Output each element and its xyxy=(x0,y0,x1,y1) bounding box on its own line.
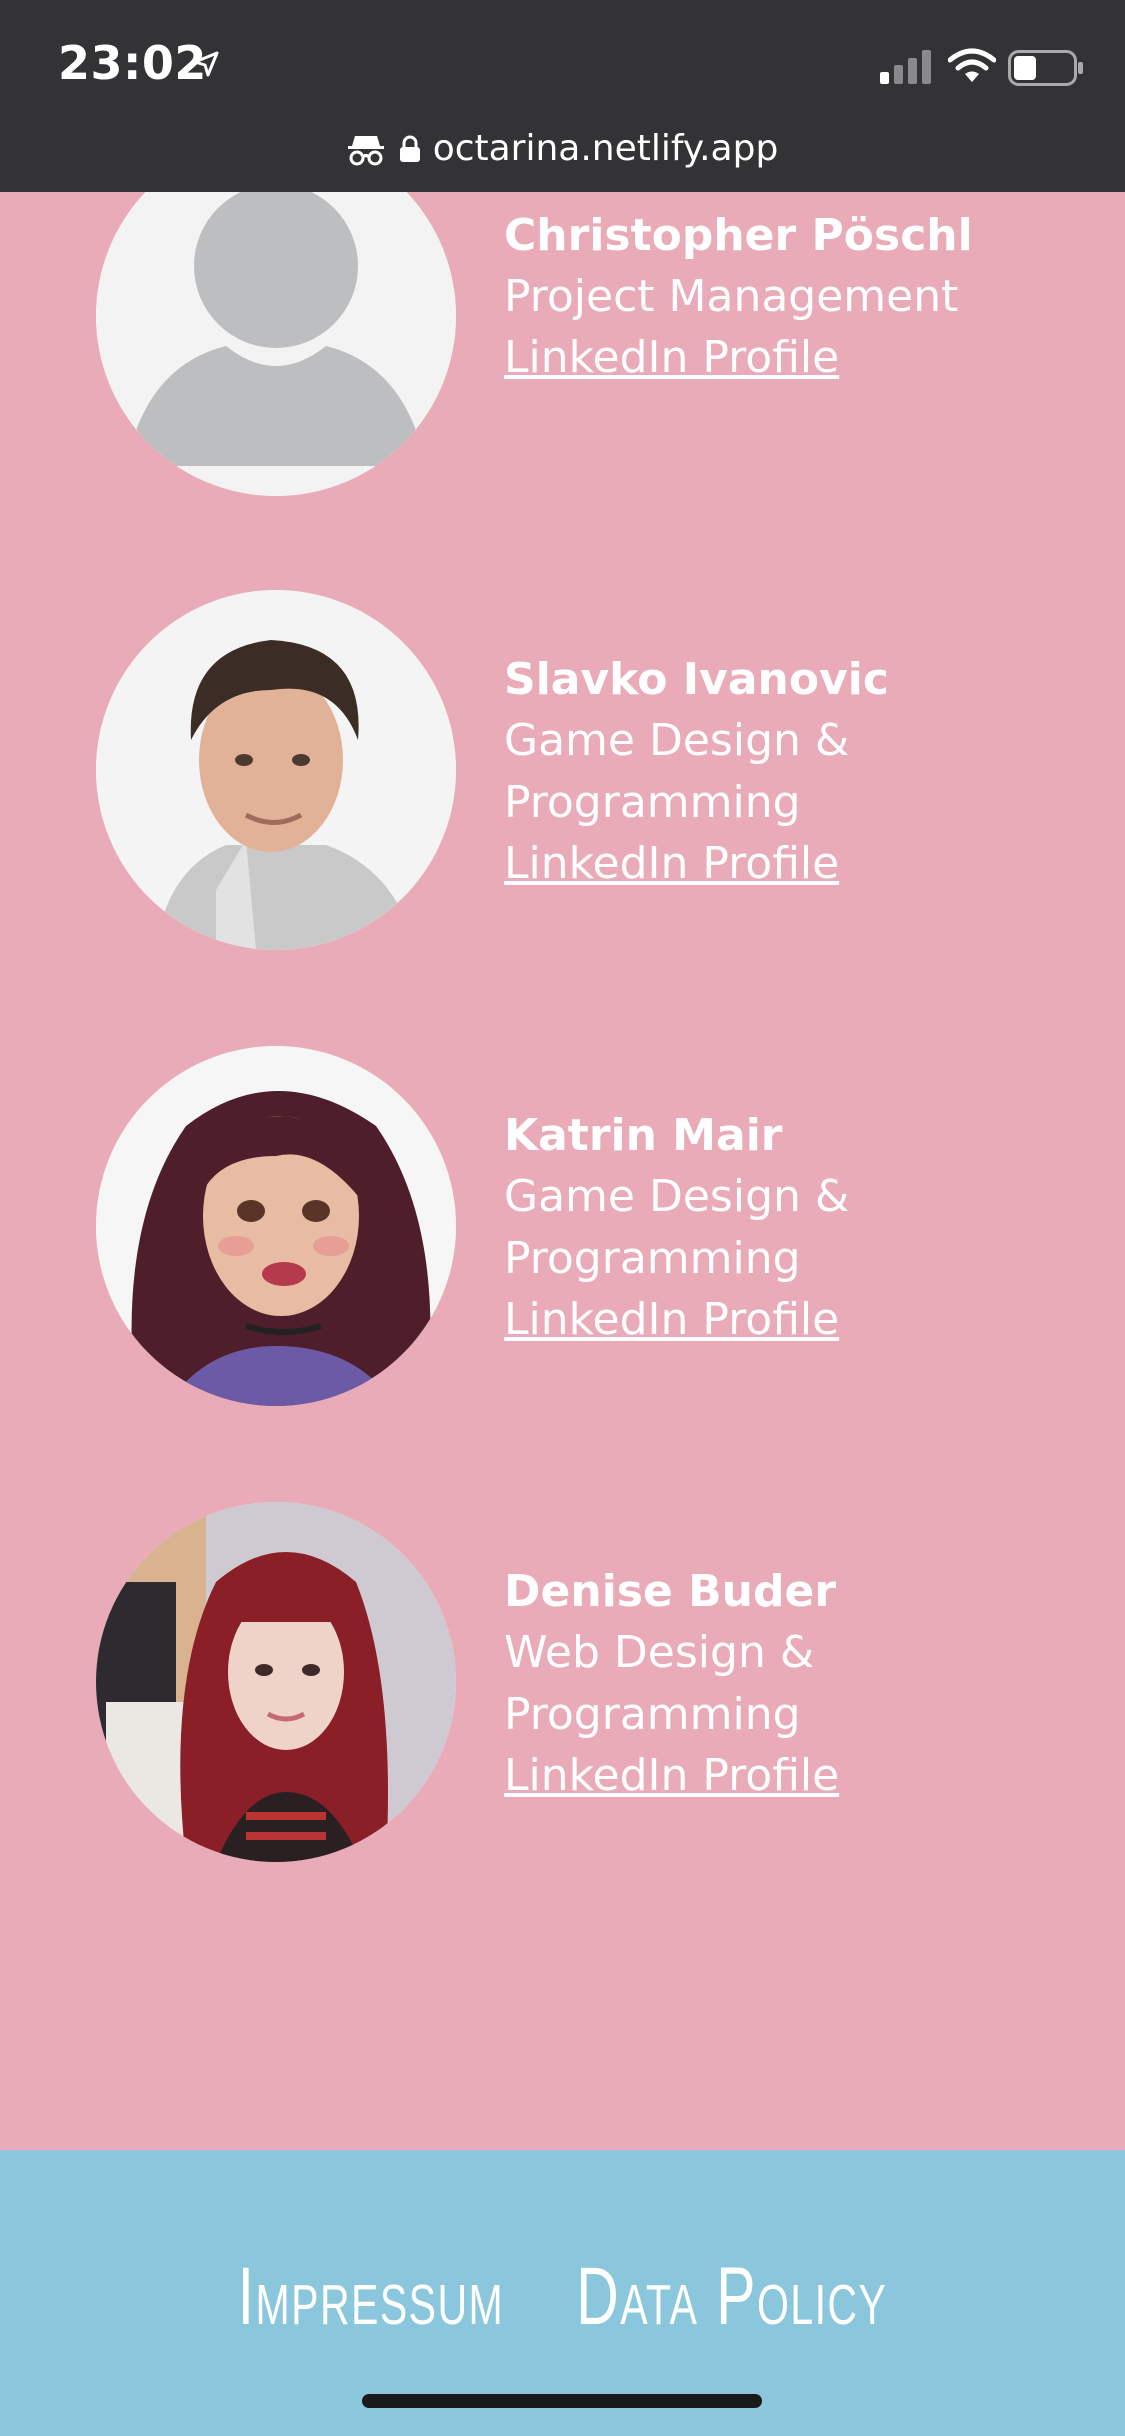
member-info: Slavko Ivanovic Game Design & Programmin… xyxy=(504,650,1064,894)
member-photo xyxy=(96,590,456,950)
avatar xyxy=(96,1502,456,1862)
avatar xyxy=(96,192,456,496)
team-member: Katrin Mair Game Design & Programming Li… xyxy=(96,1046,1096,1408)
member-name: Katrin Mair xyxy=(504,1110,783,1161)
team-member: Christopher Pöschl Project Management Li… xyxy=(96,192,1096,498)
address-bar[interactable]: octarina.netlify.app xyxy=(0,128,1125,169)
placeholder-person-icon xyxy=(96,192,456,496)
linkedin-link[interactable]: LinkedIn Profile xyxy=(504,838,839,889)
linkedin-link[interactable]: LinkedIn Profile xyxy=(504,1294,839,1345)
team-list: Christopher Pöschl Project Management Li… xyxy=(0,192,1125,2150)
linkedin-link[interactable]: LinkedIn Profile xyxy=(504,332,839,383)
member-info: Christopher Pöschl Project Management Li… xyxy=(504,206,1064,388)
footer-links: Impressum Data Policy xyxy=(157,2250,967,2344)
team-member: Slavko Ivanovic Game Design & Programmin… xyxy=(96,590,1096,952)
location-arrow-icon xyxy=(192,50,220,82)
status-time: 23:02 xyxy=(58,36,207,90)
browser-chrome: 23:02 octarina.netlify.app xyxy=(0,0,1125,192)
wifi-icon xyxy=(947,48,997,88)
member-illustration xyxy=(96,1046,456,1406)
member-info: Katrin Mair Game Design & Programming Li… xyxy=(504,1106,1064,1350)
incognito-icon xyxy=(347,132,385,166)
member-name: Christopher Pöschl xyxy=(504,210,973,261)
battery-icon xyxy=(1008,50,1084,90)
home-indicator[interactable] xyxy=(362,2394,762,2408)
member-role: Game Design & Programming xyxy=(504,1171,850,1284)
team-member: Denise Buder Web Design & Programming Li… xyxy=(96,1502,1096,1864)
avatar xyxy=(96,590,456,950)
member-role: Web Design & Programming xyxy=(504,1627,815,1740)
cell-signal-icon xyxy=(880,50,936,88)
member-role: Game Design & Programming xyxy=(504,715,850,828)
url-text: octarina.netlify.app xyxy=(432,128,779,169)
member-name: Slavko Ivanovic xyxy=(504,654,889,705)
lock-icon xyxy=(399,135,421,163)
member-name: Denise Buder xyxy=(504,1566,837,1617)
member-info: Denise Buder Web Design & Programming Li… xyxy=(504,1562,1064,1806)
member-role: Project Management xyxy=(504,271,959,322)
data-policy-link[interactable]: Data Policy xyxy=(576,2250,887,2344)
impressum-link[interactable]: Impressum xyxy=(238,2250,505,2344)
linkedin-link[interactable]: LinkedIn Profile xyxy=(504,1750,839,1801)
member-photo xyxy=(96,1502,456,1862)
avatar xyxy=(96,1046,456,1406)
